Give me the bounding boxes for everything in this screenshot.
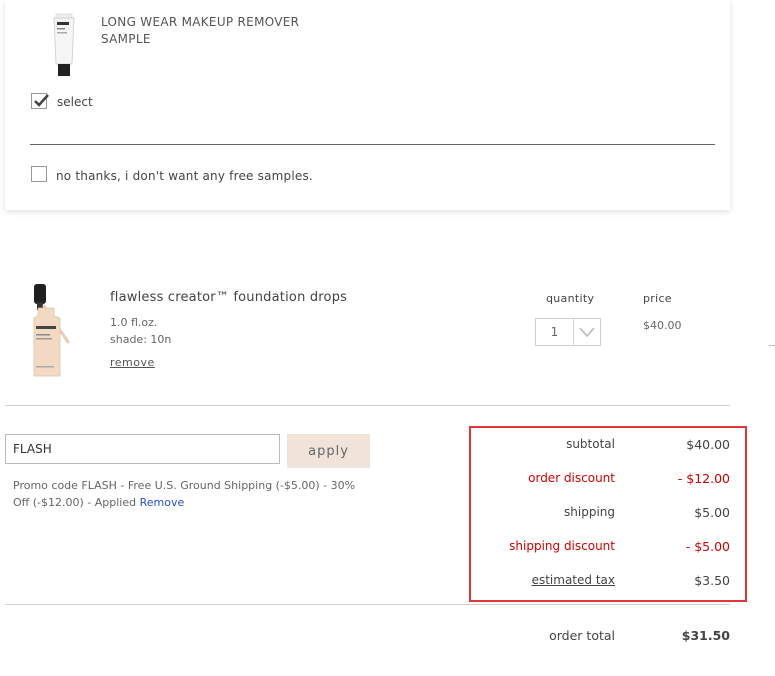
side-panel-divider [769, 345, 775, 346]
product-shade: shade: 10n [110, 333, 172, 346]
order-total-row: order total $31.50 [0, 628, 775, 646]
product-image [33, 284, 70, 377]
order-total-label: order total [549, 628, 615, 643]
remove-item-link[interactable]: remove [110, 356, 155, 369]
shipping-row: shipping $5.00 [0, 505, 775, 523]
select-sample-label[interactable]: select [57, 95, 93, 109]
subtotal-row: subtotal $40.00 [0, 437, 775, 455]
no-samples-checkbox[interactable] [31, 166, 47, 182]
order-total-value: $31.50 [681, 628, 730, 643]
sample-name: LONG WEAR MAKEUP REMOVER SAMPLE [101, 15, 300, 46]
shipping-discount-row: shipping discount - $5.00 [0, 539, 775, 557]
subtotal-label: subtotal [566, 437, 615, 451]
tax-row: estimated tax $3.50 [0, 573, 775, 591]
order-discount-value: - $12.00 [677, 471, 730, 486]
product-size: 1.0 fl.oz. [110, 316, 158, 329]
quantity-value: 1 [550, 325, 559, 339]
quantity-separator [573, 319, 574, 345]
estimated-tax-link[interactable]: estimated tax [532, 573, 615, 587]
price-header: price [643, 292, 672, 305]
divider [5, 405, 730, 406]
sample-product-image [53, 13, 75, 76]
free-samples-card: LONG WEAR MAKEUP REMOVER SAMPLE select n… [5, 0, 730, 210]
samples-divider [30, 144, 715, 145]
shipping-value: $5.00 [694, 505, 730, 520]
select-sample-checkbox[interactable] [31, 93, 49, 109]
checkmark-icon [34, 94, 49, 107]
quantity-select[interactable]: 1 [535, 318, 601, 346]
no-samples-label[interactable]: no thanks, i don't want any free samples… [56, 169, 313, 183]
order-discount-row: order discount - $12.00 [0, 471, 775, 489]
divider [5, 604, 730, 605]
subtotal-value: $40.00 [686, 437, 730, 452]
quantity-header: quantity [546, 292, 595, 305]
order-discount-label: order discount [528, 471, 615, 485]
shipping-discount-value: - $5.00 [685, 539, 730, 554]
shipping-discount-label: shipping discount [509, 539, 615, 553]
item-price: $40.00 [643, 319, 682, 332]
product-name[interactable]: flawless creator™ foundation drops [110, 290, 347, 305]
shipping-label: shipping [564, 505, 615, 519]
chevron-down-icon [579, 327, 595, 338]
estimated-tax-value: $3.50 [694, 573, 730, 588]
